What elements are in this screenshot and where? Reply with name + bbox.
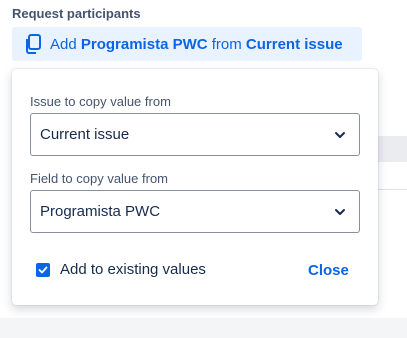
- action-prefix: Add: [50, 35, 77, 53]
- copy-value-popup: Issue to copy value from Current issue F…: [12, 69, 378, 305]
- issue-field-label: Issue to copy value from: [30, 94, 171, 109]
- issue-select-value: Current issue: [40, 126, 130, 143]
- field-field-label: Field to copy value from: [30, 171, 169, 186]
- copy-icon: [24, 34, 42, 54]
- background-footer: [0, 318, 407, 338]
- add-to-existing-checkbox[interactable]: [36, 262, 50, 277]
- close-button[interactable]: Close: [308, 262, 349, 279]
- action-field-name: Programista PWC: [80, 35, 208, 53]
- add-from-issue-button[interactable]: Add Programista PWC from Current issue: [12, 27, 362, 61]
- background-divider: [378, 189, 407, 190]
- issue-select[interactable]: Current issue: [30, 113, 360, 156]
- section-label: Request participants: [12, 6, 141, 21]
- chevron-down-icon: [333, 128, 347, 142]
- add-to-existing-label: Add to existing values: [60, 261, 206, 278]
- action-middle: from: [211, 35, 242, 53]
- chevron-down-icon: [333, 205, 347, 219]
- field-select-value: Programista PWC: [40, 203, 161, 220]
- field-select[interactable]: Programista PWC: [30, 190, 360, 233]
- add-to-existing-row: Add to existing values: [36, 261, 206, 278]
- action-source: Current issue: [245, 35, 343, 53]
